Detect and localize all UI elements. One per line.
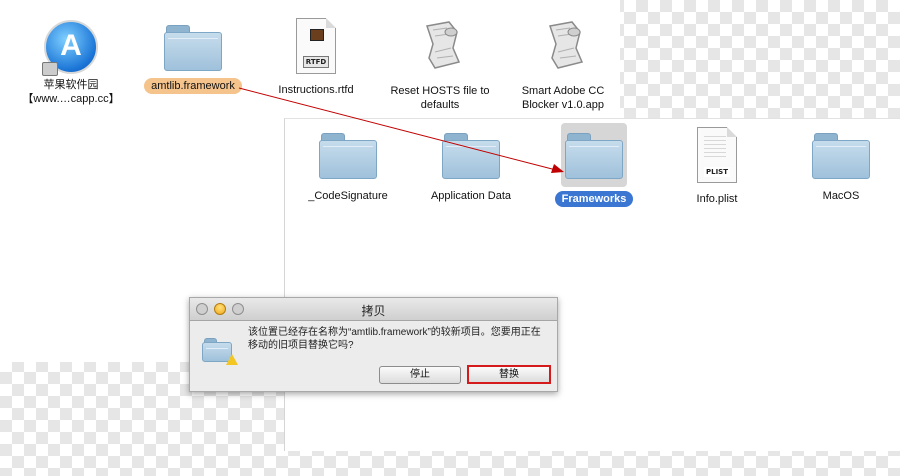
codesignature-folder[interactable]: _CodeSignature <box>288 133 408 203</box>
rtfd-badge: RTFD <box>303 56 329 68</box>
item-label: MacOS <box>822 190 860 202</box>
dialog-title: 拷贝 <box>361 304 386 318</box>
finder-window-front: _CodeSignature Application Data Framewor… <box>284 118 900 451</box>
item-label: Reset HOSTS file to defaults <box>390 85 490 111</box>
plist-badge: PLIST <box>704 167 730 177</box>
folder-icon <box>442 133 500 179</box>
folder-icon <box>812 133 870 179</box>
stop-button[interactable]: 停止 <box>379 366 461 384</box>
item-label: Application Data <box>430 190 512 202</box>
selection-highlight <box>561 123 627 187</box>
applescript-icon <box>549 21 584 69</box>
applescript-icon <box>426 21 461 69</box>
rtfd-document-icon: RTFD <box>296 18 336 74</box>
application-data-folder[interactable]: Application Data <box>411 133 531 203</box>
app-store-shortcut[interactable]: A 苹果软件园 【www.…capp.cc】 <box>11 20 131 106</box>
copy-dialog: 拷贝 该位置已经存在名称为“amtlib.framework”的较新项目。您要用… <box>189 297 558 392</box>
replace-button[interactable]: 替换 <box>467 365 551 384</box>
plist-document-icon: PLIST <box>697 127 737 183</box>
dialog-folder-icon <box>202 338 238 365</box>
smart-adobe-cc-blocker-app[interactable]: Smart Adobe CC Blocker v1.0.app <box>503 18 623 112</box>
folder-icon <box>164 25 222 71</box>
folder-icon <box>565 133 623 179</box>
folder-icon <box>319 133 377 179</box>
item-label: Info.plist <box>696 193 738 205</box>
item-label: 苹果软件园 【www.…capp.cc】 <box>22 79 120 105</box>
dialog-titlebar[interactable]: 拷贝 <box>190 298 557 321</box>
lock-icon <box>42 62 58 76</box>
item-label: Frameworks <box>554 191 634 207</box>
macos-folder[interactable]: MacOS <box>781 133 900 203</box>
item-label: _CodeSignature <box>308 190 388 202</box>
warning-icon <box>226 354 238 365</box>
dialog-message: 该位置已经存在名称为“amtlib.framework”的较新项目。您要用正在移… <box>248 327 541 351</box>
info-plist-file[interactable]: PLIST Info.plist <box>657 127 777 206</box>
app-store-icon: A <box>42 20 98 76</box>
item-label: amtlib.framework <box>144 78 242 94</box>
reset-hosts-script[interactable]: Reset HOSTS file to defaults <box>380 18 500 112</box>
item-label: Instructions.rtfd <box>278 84 354 96</box>
instructions-rtfd-file[interactable]: RTFD Instructions.rtfd <box>256 18 376 97</box>
frameworks-folder[interactable]: Frameworks <box>534 123 654 207</box>
amtlib-framework-folder[interactable]: amtlib.framework <box>133 25 253 94</box>
item-label: Smart Adobe CC Blocker v1.0.app <box>521 85 605 111</box>
